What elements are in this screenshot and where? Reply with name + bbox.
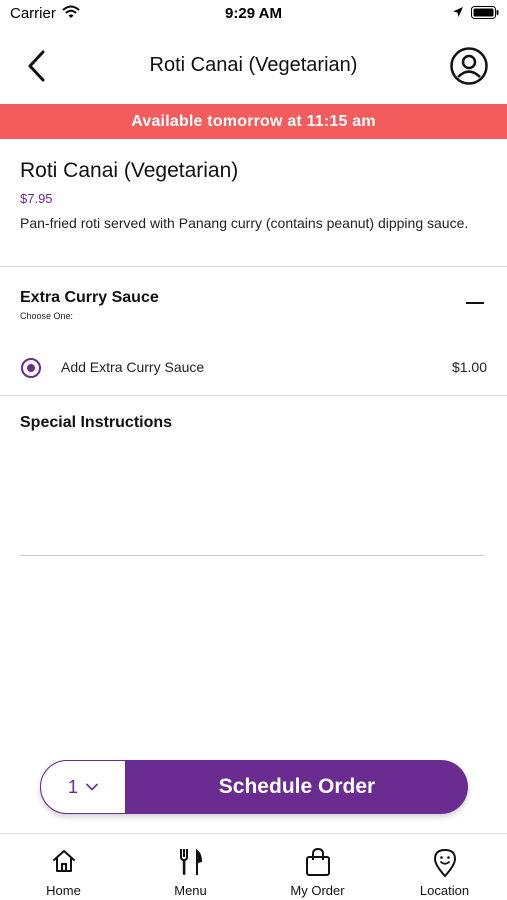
shopping-bag-icon xyxy=(305,848,330,876)
battery-icon xyxy=(471,6,499,19)
tab-home[interactable]: Home xyxy=(0,834,127,900)
schedule-order-button[interactable]: Schedule Order xyxy=(126,760,468,814)
option-group-title: Extra Curry Sauce xyxy=(20,289,159,306)
tab-menu[interactable]: Menu xyxy=(127,834,254,900)
item-name: Roti Canai (Vegetarian) xyxy=(20,159,239,182)
minus-icon xyxy=(466,302,484,304)
quantity-selector[interactable]: 1 xyxy=(40,760,126,814)
order-bar: 1 Schedule Order xyxy=(40,760,468,814)
chevron-down-icon xyxy=(86,783,98,791)
option-label: Add Extra Curry Sauce xyxy=(61,359,205,375)
home-icon xyxy=(52,850,75,872)
tab-label-location: Location xyxy=(419,883,470,898)
tab-location[interactable]: Location xyxy=(381,834,507,900)
tab-label-my-order: My Order xyxy=(290,883,345,898)
status-time: 9:29 AM xyxy=(225,5,282,22)
option-group: Extra Curry Sauce Choose One: Add Extra … xyxy=(0,267,507,396)
availability-banner: Available tomorrow at 11:15 am xyxy=(0,104,507,139)
option-price: $1.00 xyxy=(451,359,487,375)
item-details: Roti Canai (Vegetarian) $7.95 Pan-fried … xyxy=(0,139,507,267)
page-title: Roti Canai (Vegetarian) xyxy=(149,54,358,76)
fork-knife-icon xyxy=(179,849,202,875)
user-circle-icon xyxy=(450,47,488,85)
item-price: $7.95 xyxy=(20,191,53,206)
availability-text: Available tomorrow at 11:15 am xyxy=(131,112,376,130)
special-instructions-input[interactable] xyxy=(20,442,484,556)
tab-label-home: Home xyxy=(46,883,81,898)
item-description: Pan-fried roti served with Panang curry … xyxy=(20,215,469,231)
special-instructions-title: Special Instructions xyxy=(20,414,173,431)
radio-button[interactable] xyxy=(21,358,41,378)
location-arrow-icon xyxy=(453,7,463,17)
profile-button[interactable] xyxy=(449,46,489,86)
tab-bar: Home Menu My Order Location xyxy=(0,833,507,900)
navigation-bar: Roti Canai (Vegetarian) xyxy=(0,28,507,104)
option-group-subtitle: Choose One: xyxy=(20,311,74,321)
quantity-value: 1 xyxy=(67,776,78,797)
radio-selected-dot xyxy=(27,364,35,372)
option-row[interactable]: Add Extra Curry Sauce $1.00 xyxy=(0,351,507,387)
location-pin-icon xyxy=(433,848,456,878)
tab-my-order[interactable]: My Order xyxy=(254,834,381,900)
collapse-button[interactable] xyxy=(460,293,490,313)
status-bar: Carrier 9:29 AM xyxy=(0,0,507,28)
tab-label-menu: Menu xyxy=(174,883,207,898)
